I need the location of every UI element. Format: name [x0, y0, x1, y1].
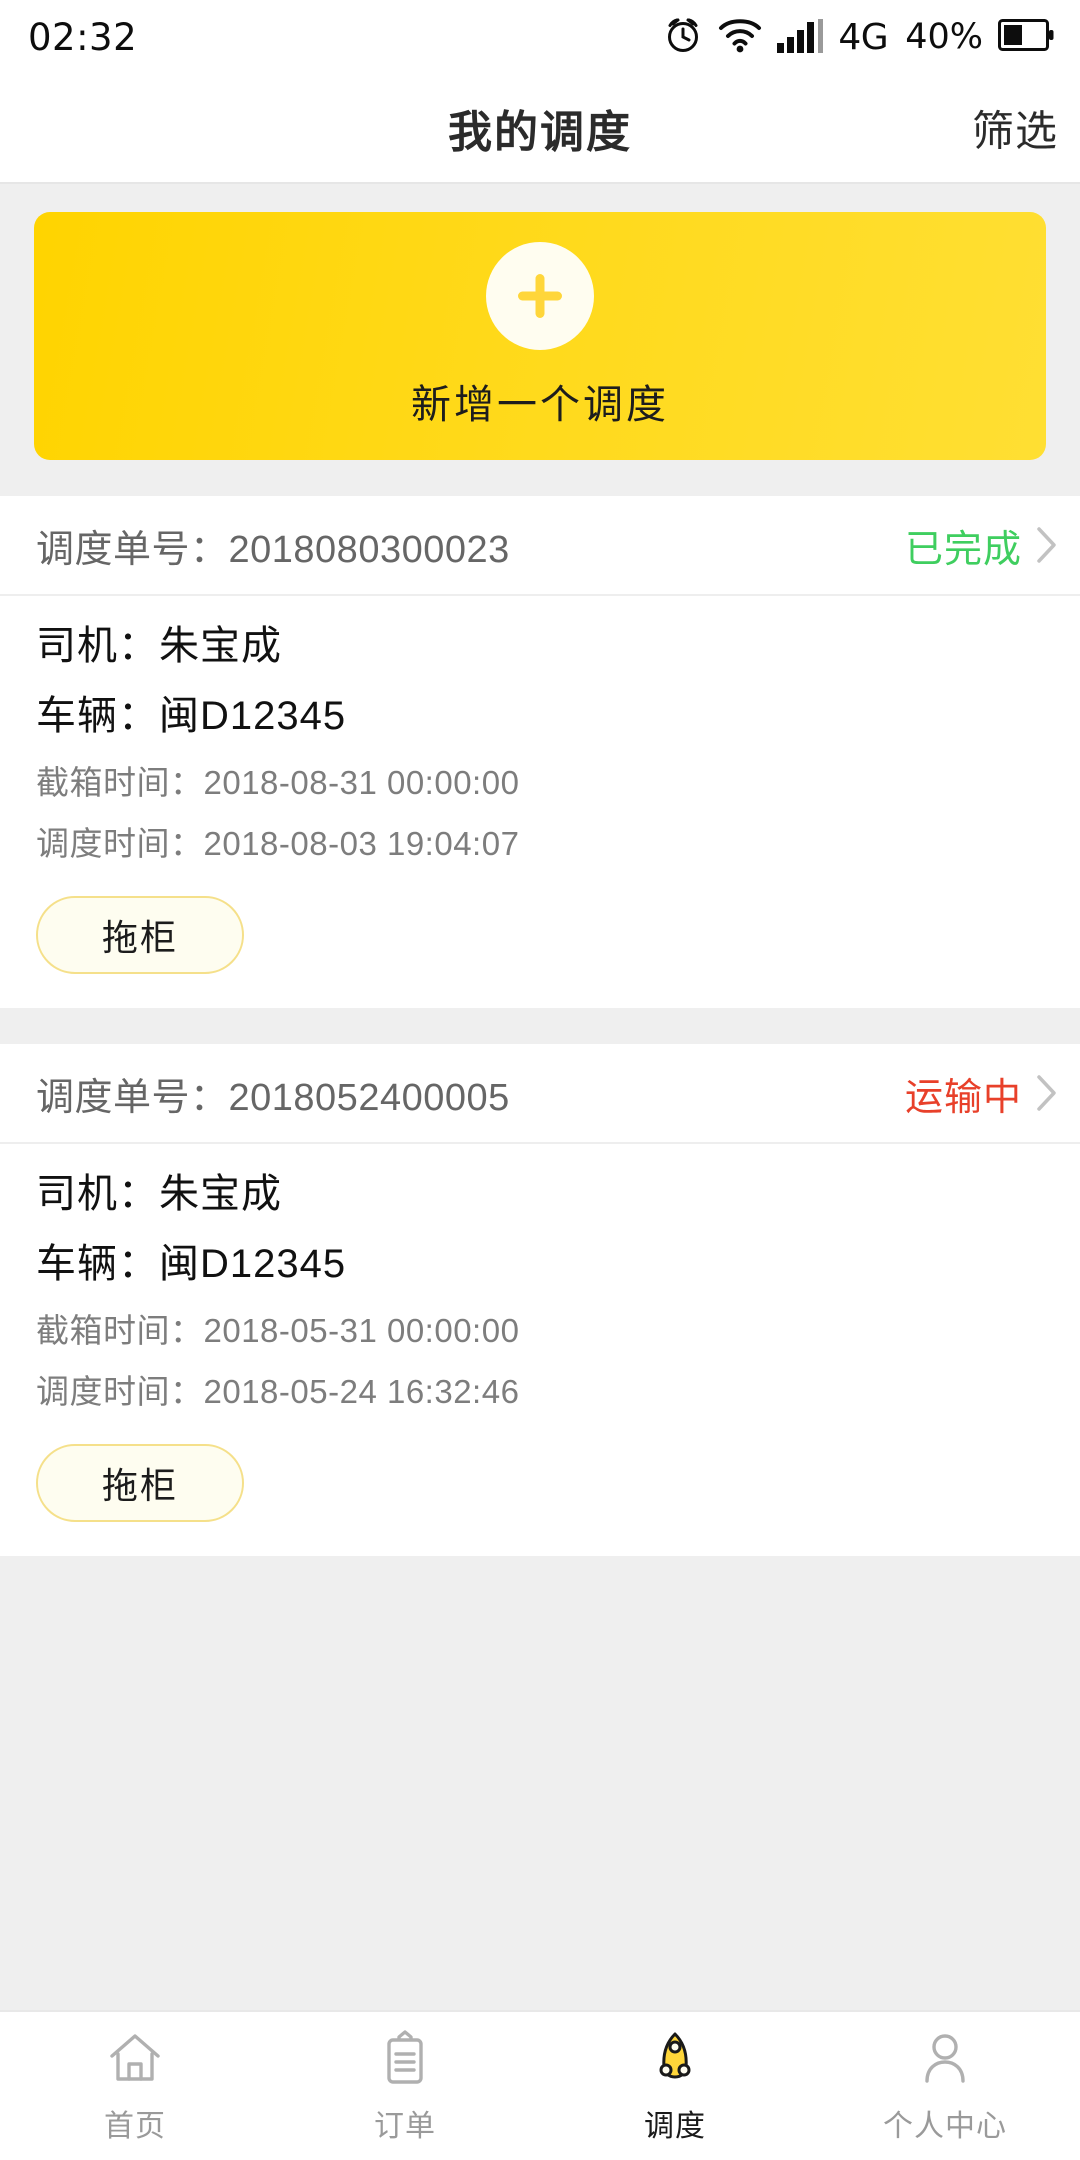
driver-row: 司机：朱宝成	[36, 626, 1044, 666]
tab-orders-label: 订单	[374, 2110, 436, 2143]
tab-orders[interactable]: 订单	[270, 2012, 540, 2160]
dispatch-order-no-label: 调度单号：	[36, 1076, 229, 1119]
vehicle-label: 车辆：	[36, 694, 159, 738]
dispatch-card-body: 司机：朱宝成 车辆：闽D12345 截箱时间：2018-08-31 00:00:…	[0, 596, 1080, 1008]
battery-icon	[998, 18, 1054, 56]
dispatch-type-tag[interactable]: 拖柜	[36, 1444, 244, 1522]
tab-dispatch[interactable]: 调度	[540, 2012, 810, 2160]
bottom-tab-bar: 首页 订单 调度 个人中心	[0, 2010, 1080, 2160]
nav-bar: 我的调度 筛选	[0, 74, 1080, 184]
dispatch-card-body: 司机：朱宝成 车辆：闽D12345 截箱时间：2018-05-31 00:00:…	[0, 1144, 1080, 1556]
vehicle-row: 车辆：闽D12345	[36, 1244, 1044, 1284]
signal-icon	[777, 17, 824, 58]
vehicle-label: 车辆：	[36, 1242, 159, 1286]
dispatch-card-header[interactable]: 调度单号：2018080300023 已完成	[0, 496, 1080, 596]
vehicle-value: 闽D12345	[159, 1242, 347, 1286]
driver-value: 朱宝成	[159, 624, 282, 668]
status-bar: 02:32 4G 40%	[0, 0, 1080, 74]
dispatch-time-label: 调度时间：	[36, 1373, 204, 1410]
dispatch-type-tag[interactable]: 拖柜	[36, 896, 244, 974]
add-dispatch-label: 新增一个调度	[411, 383, 669, 427]
tab-profile-label: 个人中心	[883, 2110, 1007, 2143]
chevron-right-icon	[1037, 527, 1056, 563]
rocket-icon	[646, 2027, 704, 2089]
status-badge: 已完成	[904, 528, 1022, 571]
dispatch-order-no-label: 调度单号：	[36, 528, 229, 571]
add-dispatch-banner[interactable]: 新增一个调度	[34, 212, 1046, 460]
status-bar-icons: 4G 40%	[663, 15, 1054, 60]
plus-icon	[486, 242, 594, 350]
cutoff-time-row: 截箱时间：2018-05-31 00:00:00	[36, 1314, 1044, 1347]
driver-value: 朱宝成	[159, 1172, 282, 1216]
dispatch-time-value: 2018-08-03 19:04:07	[203, 825, 520, 862]
driver-label: 司机：	[36, 624, 159, 668]
cutoff-time-value: 2018-08-31 00:00:00	[203, 764, 520, 801]
chevron-right-icon	[1037, 1075, 1056, 1111]
tab-home-label: 首页	[104, 2110, 166, 2143]
filter-button[interactable]: 筛选	[972, 98, 1058, 159]
battery-percent-label: 40%	[905, 17, 983, 57]
dispatch-time-value: 2018-05-24 16:32:46	[203, 1373, 520, 1410]
dispatch-time-row: 调度时间：2018-08-03 19:04:07	[36, 827, 1044, 860]
dispatch-card: 调度单号：2018080300023 已完成 司机：朱宝成 车辆：闽D12345…	[0, 496, 1080, 1008]
status-bar-clock: 02:32	[28, 15, 138, 59]
clipboard-icon	[376, 2027, 434, 2089]
dispatch-card-header[interactable]: 调度单号：2018052400005 运输中	[0, 1044, 1080, 1144]
cutoff-time-label: 截箱时间：	[36, 764, 204, 801]
cutoff-time-value: 2018-05-31 00:00:00	[203, 1312, 520, 1349]
vehicle-row: 车辆：闽D12345	[36, 696, 1044, 736]
app-screen: 02:32 4G 40% 我的调度 筛选 新增一个调度 调度单号：2018080…	[0, 0, 1080, 2160]
cutoff-time-label: 截箱时间：	[36, 1312, 204, 1349]
driver-row: 司机：朱宝成	[36, 1174, 1044, 1214]
dispatch-order-no: 调度单号：2018080300023	[36, 518, 905, 573]
status-badge: 运输中	[904, 1076, 1022, 1119]
cutoff-time-row: 截箱时间：2018-08-31 00:00:00	[36, 766, 1044, 799]
person-icon	[916, 2027, 974, 2089]
dispatch-time-row: 调度时间：2018-05-24 16:32:46	[36, 1375, 1044, 1408]
tab-dispatch-label: 调度	[644, 2110, 706, 2143]
driver-label: 司机：	[36, 1172, 159, 1216]
tab-profile[interactable]: 个人中心	[810, 2012, 1080, 2160]
tab-home[interactable]: 首页	[0, 2012, 270, 2160]
network-type-label: 4G	[838, 16, 889, 58]
alarm-icon	[663, 15, 703, 60]
content-scroll-area[interactable]: 新增一个调度 调度单号：2018080300023 已完成 司机：朱宝成 车辆：…	[0, 184, 1080, 2010]
dispatch-card: 调度单号：2018052400005 运输中 司机：朱宝成 车辆：闽D12345…	[0, 1044, 1080, 1556]
vehicle-value: 闽D12345	[159, 694, 347, 738]
page-title: 我的调度	[448, 108, 632, 157]
home-icon	[106, 2027, 164, 2089]
wifi-icon	[718, 17, 762, 58]
dispatch-time-label: 调度时间：	[36, 825, 204, 862]
dispatch-order-no: 调度单号：2018052400005	[36, 1066, 905, 1121]
dispatch-order-no-value: 2018080300023	[228, 528, 510, 571]
dispatch-order-no-value: 2018052400005	[228, 1076, 510, 1119]
